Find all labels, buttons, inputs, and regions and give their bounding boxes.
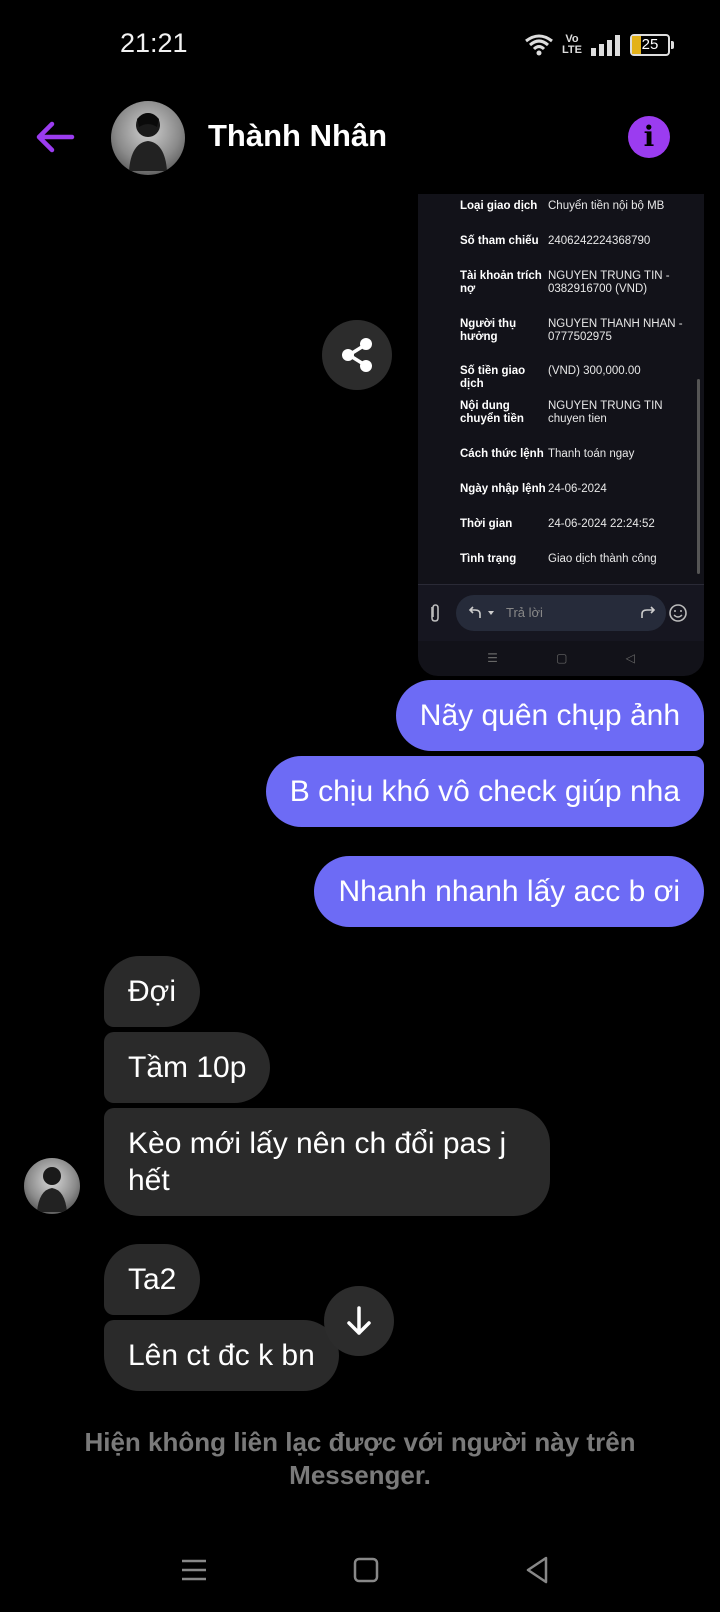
sent-message[interactable]: Nãy quên chụp ảnh [395,680,704,751]
emoji-icon [669,604,687,622]
share-icon [342,338,372,372]
contact-name[interactable]: Thành Nhân [208,118,387,154]
wifi-icon [525,34,553,56]
battery-level: 25 [641,36,659,53]
received-message[interactable]: Đợi [104,956,201,1027]
transaction-row: Thời gian 24-06-2024 22:24:52 [460,518,696,531]
share-button[interactable] [322,320,392,390]
home-icon[interactable] [346,1550,386,1590]
transaction-row: Nội dung chuyển tiền NGUYEN TRUNG TIN ch… [460,400,696,426]
menu-icon[interactable] [174,1550,214,1590]
row-value: (VND) 300,000.00 [548,365,641,377]
transaction-row: Tài khoản trích nợ NGUYEN TRUNG TIN - 03… [460,270,696,296]
sent-message[interactable]: Nhanh nhanh lấy acc b ơi [314,856,704,927]
image-back-icon: ◁ [625,651,635,665]
row-value: NGUYEN THANH NHAN - 0777502975 [548,318,683,343]
forward-arrow-icon [641,606,656,618]
row-label: Loại giao dịch [460,200,538,212]
row-label: Thời gian [460,518,513,530]
row-value: 24-06-2024 22:24:52 [548,518,655,530]
row-value: NGUYEN TRUNG TIN chuyen tien [548,400,663,425]
back-icon[interactable] [518,1550,558,1590]
row-value: NGUYEN TRUNG TIN - 0382916700 (VND) [548,270,670,295]
chat-header: Thành Nhân i [0,90,720,190]
paperclip-icon [431,604,439,622]
system-nav-bar [0,1530,720,1610]
row-value: Giao dịch thành công [548,553,657,565]
image-nav-bar: ☰ ▢ ◁ [418,640,704,676]
row-label: Tài khoản trích nợ [460,270,542,295]
unavailable-notice: Hiện không liên lạc được với người này t… [84,1427,636,1490]
status-bar: 21:21 Vo LTE 25 [0,0,720,90]
transaction-row: Cách thức lệnh Thanh toán ngay [460,448,696,461]
clock: 21:21 [120,28,188,58]
row-value: Thanh toán ngay [548,448,635,460]
back-arrow-icon[interactable] [30,112,80,162]
sent-message[interactable]: B chịu khó vô check giúp nha [265,756,704,827]
transaction-row: Người thụ hưởng NGUYEN THANH NHAN - 0777… [460,318,696,344]
row-label: Ngày nhập lệnh [460,483,546,495]
shared-image-message[interactable]: Loại giao dịch Chuyển tiền nội bộ MB Số … [418,194,704,676]
transaction-row: Số tham chiếu 2406242224368790 [460,235,696,248]
signal-icon [591,35,620,56]
received-message[interactable]: Ta2 [104,1244,201,1315]
image-reply-placeholder: Trả lời [506,605,543,620]
status-icons: Vo LTE 25 [524,30,674,60]
image-scrollbar [697,379,700,574]
scroll-to-bottom-button[interactable] [324,1286,394,1356]
avatar-figure-icon [37,1167,67,1212]
transaction-row: Tình trạng Giao dịch thành công [460,553,696,566]
row-label: Tình trạng [460,553,517,565]
row-label: Số tham chiếu [460,235,539,247]
arrow-down-icon [347,1306,371,1335]
transaction-row: Ngày nhập lệnh 24-06-2024 [460,483,696,496]
received-message[interactable]: Kèo mới lấy nên ch đổi pas j hết [104,1108,550,1216]
avatar-figure-icon [129,113,167,171]
battery-icon: 25 [630,34,674,56]
transaction-row: Loại giao dịch Chuyển tiền nội bộ MB [460,200,696,213]
row-label: Cách thức lệnh [460,448,544,460]
row-label: Người thụ hưởng [460,318,517,343]
image-reply-pill: Trả lời [456,595,666,631]
info-icon[interactable]: i [628,116,670,158]
received-message[interactable]: Lên ct đc k bn [104,1320,339,1391]
transaction-row: Số tiền giao dịch (VND) 300,000.00 [460,365,696,391]
row-value: 2406242224368790 [548,235,651,247]
contact-avatar[interactable] [111,101,185,175]
row-label: Số tiền giao dịch [460,365,526,390]
received-message[interactable]: Tầm 10p [104,1032,271,1103]
row-value: 24-06-2024 [548,483,607,495]
image-home-icon: ▢ [556,651,568,665]
reply-arrow-icon [468,606,494,618]
volte-icon: Vo LTE [562,33,582,56]
image-reply-bar: Trả lời [418,584,704,641]
image-menu-icon: ☰ [487,651,498,665]
contact-avatar-small[interactable] [24,1158,80,1214]
row-value: Chuyển tiền nội bộ MB [548,200,665,212]
row-label: Nội dung chuyển tiền [460,400,524,425]
